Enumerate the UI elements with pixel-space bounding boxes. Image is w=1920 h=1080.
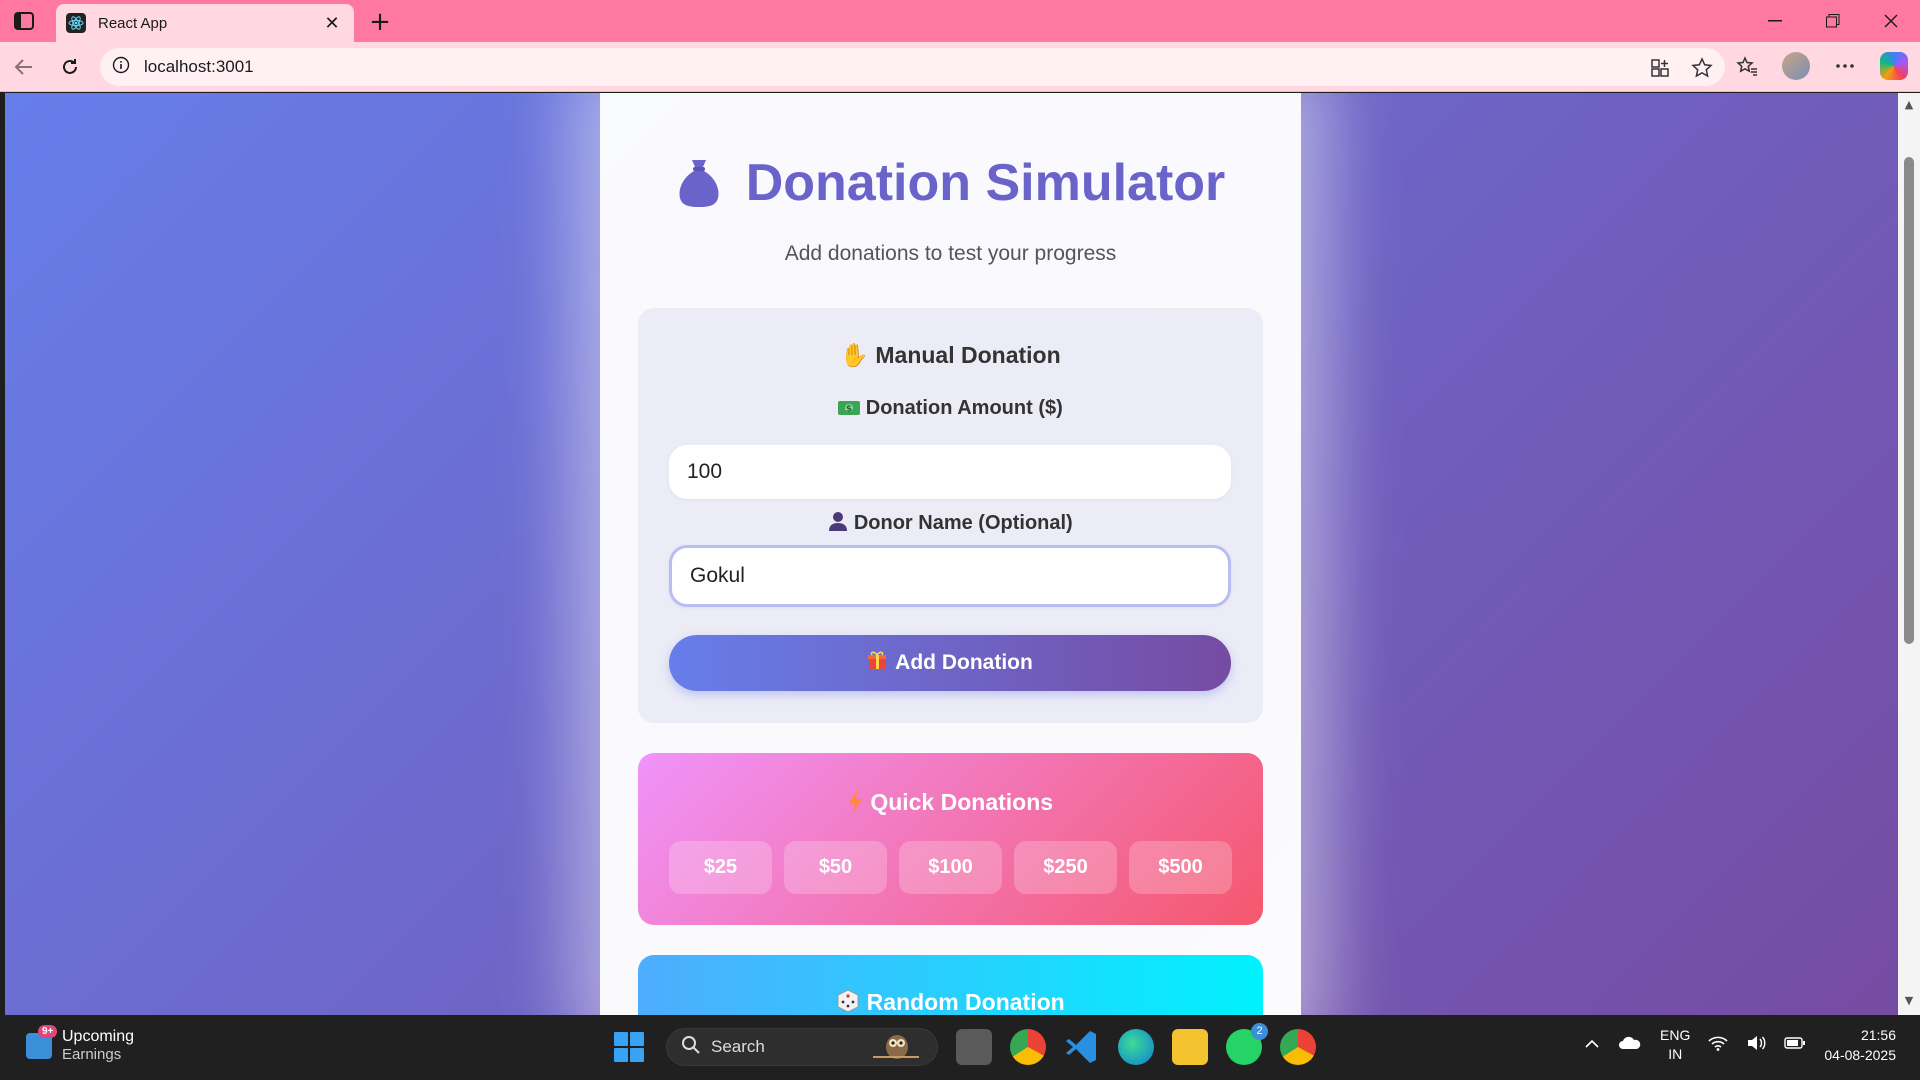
show-hidden-icons-icon[interactable] [1584,1036,1600,1054]
raised-hand-icon: ✋ [840,342,869,368]
chrome-profile-icon[interactable] [1280,1029,1316,1065]
random-donation-panel: Random Donation [638,955,1263,1015]
random-donation-title: Random Donation [638,989,1263,1015]
file-explorer-icon[interactable] [1172,1029,1208,1065]
site-info-icon[interactable] [112,56,130,79]
browser-tab[interactable]: React App ✕ [56,4,354,42]
browser-toolbar: localhost:3001 [0,42,1920,92]
page-title-text: Donation Simulator [745,154,1226,212]
windows-start-icon[interactable] [610,1028,648,1066]
address-bar[interactable]: localhost:3001 [100,48,1725,86]
dice-icon [836,989,860,1015]
edge-icon[interactable] [1118,1029,1154,1065]
quick-donate-500-button[interactable]: $500 [1129,841,1232,894]
back-icon[interactable] [10,53,38,81]
restore-icon[interactable] [1804,0,1862,42]
quick-donate-250-button[interactable]: $250 [1014,841,1117,894]
taskbar-search[interactable]: Search [666,1028,938,1066]
clock-time: 21:56 [1860,1027,1896,1043]
owl-search-highlight-icon [869,1029,923,1066]
page-title: Donation Simulator [600,153,1301,221]
new-tab-icon[interactable]: + [364,6,396,38]
close-window-icon[interactable] [1862,0,1920,42]
reload-icon[interactable] [56,53,84,81]
widget-title: Upcoming [62,1028,135,1045]
add-donation-button[interactable]: Add Donation [669,635,1231,691]
page-subtitle: Add donations to test your progress [784,242,1117,265]
app-available-icon[interactable] [1647,55,1673,81]
page-viewport: Donation Simulator Add donations to test… [5,93,1898,1015]
money-bag-icon [676,156,722,221]
quick-donations-title: Quick Donations [638,789,1263,819]
copilot-icon[interactable] [1880,52,1908,80]
whatsapp-icon[interactable]: 2 [1226,1023,1268,1065]
quick-amounts-row: $25 $50 $100 $250 $500 [669,841,1232,894]
clock-date: 04-08-2025 [1824,1047,1896,1063]
quick-donate-100-button[interactable]: $100 [899,841,1002,894]
volume-icon[interactable] [1746,1035,1766,1056]
more-options-icon[interactable] [1832,53,1858,79]
onedrive-icon[interactable] [1618,1036,1642,1055]
tab-title: React App [98,14,168,32]
search-placeholder: Search [711,1037,765,1056]
quick-donate-50-button[interactable]: $50 [784,841,887,894]
favorite-star-icon[interactable] [1689,55,1715,81]
profile-avatar[interactable] [1782,52,1810,80]
widget-subtitle: Earnings [62,1046,122,1063]
donation-amount-label: $ Donation Amount ($) [638,397,1263,422]
minimize-icon[interactable] [1746,0,1804,42]
lightning-icon [848,789,864,819]
tab-close-icon[interactable]: ✕ [320,11,344,35]
donor-name-label: Donor Name (Optional) [638,511,1263,537]
language-indicator[interactable]: ENG IN [1660,1026,1690,1064]
battery-icon[interactable] [1784,1036,1806,1055]
search-icon [681,1035,701,1060]
task-view-icon[interactable] [956,1029,992,1065]
dollar-banknote-icon: $ [838,399,861,422]
taskbar: 9+ Upcoming Earnings Search 2 ENG IN 21:… [0,1015,1920,1080]
widget-badge: 9+ [38,1024,58,1038]
simulator-card: Donation Simulator Add donations to test… [600,93,1301,1015]
browser-titlebar: React App ✕ + [0,0,1920,42]
person-silhouette-icon [828,511,848,537]
scroll-down-icon[interactable]: ▼ [1903,995,1915,1007]
chrome-icon[interactable] [1010,1029,1046,1065]
donation-amount-input[interactable] [669,445,1231,499]
manual-donation-title: ✋ Manual Donation [840,342,1061,368]
manual-donation-panel: ✋ Manual Donation $ Donation Amount ($) … [638,308,1263,723]
react-favicon-icon [66,13,86,33]
system-tray: ENG IN 21:56 04-08-2025 [1584,1025,1896,1065]
taskbar-apps: Search 2 [610,1023,1316,1066]
donor-name-input[interactable] [669,545,1231,607]
scroll-thumb[interactable] [1904,157,1914,644]
sidebar-toggle-icon[interactable] [12,10,36,32]
wifi-icon[interactable] [1708,1035,1728,1056]
page-scrollbar[interactable]: ▲ ▼ [1898,93,1920,1015]
stocks-widget-icon: 9+ [26,1024,58,1059]
quick-donate-25-button[interactable]: $25 [669,841,772,894]
window-controls [1746,0,1920,42]
vscode-icon[interactable] [1064,1029,1100,1065]
scroll-up-icon[interactable]: ▲ [1903,99,1915,111]
quick-donations-panel: Quick Donations $25 $50 $100 $250 $500 [638,753,1263,925]
svg-text:$: $ [846,405,852,415]
clock[interactable]: 21:56 04-08-2025 [1824,1025,1896,1065]
address-text: localhost:3001 [144,57,254,76]
favorites-icon[interactable] [1734,53,1760,79]
widget-earnings[interactable]: 9+ Upcoming Earnings [26,1024,135,1063]
gift-icon [867,650,887,676]
whatsapp-badge: 2 [1251,1023,1268,1040]
